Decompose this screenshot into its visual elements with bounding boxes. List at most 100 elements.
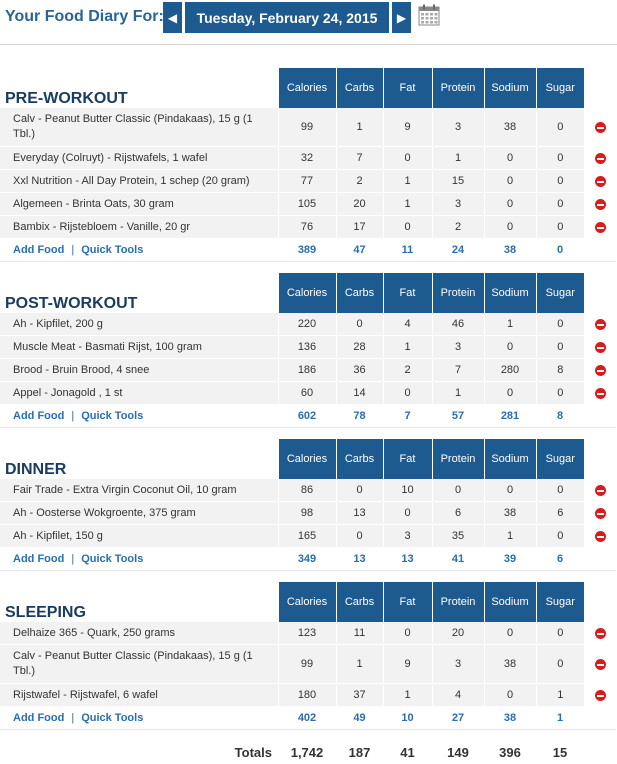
food-sodium: 0 — [483, 479, 536, 502]
column-header-protein: Protein — [431, 581, 484, 622]
food-carbs: 0 — [335, 313, 383, 336]
chevron-left-icon[interactable]: ◀ — [163, 2, 182, 33]
food-fat: 0 — [382, 215, 432, 239]
food-fat: 2 — [382, 358, 432, 382]
food-sodium: 1 — [483, 524, 536, 548]
food-name[interactable]: Bambix - Rijstebloem - Vanille, 20 gr — [0, 215, 278, 239]
food-calories: 136 — [277, 335, 336, 359]
delete-icon[interactable] — [594, 341, 606, 353]
meal-total-row: Add Food | Quick Tools 389 47 11 24 38 0 — [0, 238, 616, 262]
food-name[interactable]: Ah - Oosterse Wokgroente, 375 gram — [0, 501, 278, 525]
link-separator: | — [71, 244, 75, 256]
food-calories: 186 — [277, 358, 336, 382]
food-calories: 32 — [277, 146, 336, 170]
food-name[interactable]: Ah - Kipfilet, 150 g — [0, 524, 278, 548]
food-carbs: 28 — [335, 335, 383, 359]
food-sugar: 0 — [535, 381, 584, 405]
food-protein: 46 — [431, 313, 484, 336]
food-protein: 20 — [431, 622, 484, 645]
food-name[interactable]: Everyday (Colruyt) - Rijstwafels, 1 wafe… — [0, 146, 278, 170]
meal-total-sodium: 281 — [484, 404, 536, 428]
delete-icon[interactable] — [594, 658, 606, 670]
column-header-calories: Calories — [277, 581, 336, 622]
food-carbs: 0 — [335, 524, 383, 548]
meal-total-sodium: 38 — [484, 706, 536, 730]
meal-total-sugar: 6 — [536, 547, 584, 571]
delete-icon[interactable] — [594, 221, 606, 233]
food-name[interactable]: Delhaize 365 - Quark, 250 grams — [0, 622, 278, 645]
column-header-sodium: Sodium — [483, 68, 536, 108]
header-divider — [0, 44, 617, 45]
column-header-carbs: Carbs — [335, 438, 383, 479]
food-protein: 1 — [431, 381, 484, 405]
column-header-carbs: Carbs — [335, 581, 383, 622]
food-name[interactable]: Brood - Bruin Brood, 4 snee — [0, 358, 278, 382]
add-food-link[interactable]: Add Food — [13, 244, 64, 256]
meal-total-protein: 57 — [432, 404, 484, 428]
quick-tools-link[interactable]: Quick Tools — [81, 244, 143, 256]
food-calories: 105 — [277, 192, 336, 216]
date-navigator: ◀ Tuesday, February 24, 2015 ▶ — [163, 2, 411, 33]
delete-icon[interactable] — [594, 364, 606, 376]
meal-header-row: SLEEPING Calories Carbs Fat Protein Sodium Sug… — [0, 581, 616, 622]
add-food-link[interactable]: Add Food — [13, 410, 64, 422]
food-row: Ah - Kipfilet, 150 g 165 0 3 35 1 0 — [0, 524, 616, 548]
food-name[interactable]: Algemeen - Brinta Oats, 30 gram — [0, 192, 278, 216]
food-fat: 1 — [382, 192, 432, 216]
food-fat: 9 — [382, 644, 432, 684]
meal-total-row: Add Food | Quick Tools 349 13 13 41 39 6 — [0, 547, 616, 571]
food-calories: 86 — [277, 479, 336, 502]
food-name[interactable]: Muscle Meat - Basmati Rijst, 100 gram — [0, 335, 278, 359]
column-header-sugar: Sugar — [535, 272, 584, 313]
food-carbs: 11 — [335, 622, 383, 645]
delete-icon[interactable] — [594, 530, 606, 542]
food-calories: 123 — [277, 622, 336, 645]
food-row: Appel - Jonagold , 1 st 60 14 0 1 0 0 — [0, 381, 616, 405]
link-separator: | — [71, 712, 75, 724]
delete-icon[interactable] — [594, 318, 606, 330]
calendar-icon[interactable] — [418, 4, 440, 26]
add-food-link[interactable]: Add Food — [13, 553, 64, 565]
delete-icon[interactable] — [594, 175, 606, 187]
quick-tools-link[interactable]: Quick Tools — [81, 712, 143, 724]
food-carbs: 0 — [335, 479, 383, 502]
grand-total-sugar: 15 — [536, 740, 584, 764]
food-name[interactable]: Ah - Kipfilet, 200 g — [0, 313, 278, 336]
meal-total-sugar: 8 — [536, 404, 584, 428]
food-sodium: 0 — [483, 381, 536, 405]
delete-icon[interactable] — [594, 152, 606, 164]
meal-title: POST-WORKOUT — [5, 295, 138, 312]
food-row: Calv - Peanut Butter Classic (Pindakaas)… — [0, 108, 616, 147]
food-row: Rijstwafel - Rijstwafel, 6 wafel 180 37 1 4 0… — [0, 683, 616, 707]
quick-tools-link[interactable]: Quick Tools — [81, 410, 143, 422]
delete-icon[interactable] — [594, 484, 606, 496]
chevron-right-icon[interactable]: ▶ — [392, 2, 411, 33]
column-header-fat: Fat — [382, 68, 432, 108]
food-sodium: 0 — [483, 683, 536, 707]
food-sodium: 0 — [483, 192, 536, 216]
food-name[interactable]: Xxl Nutrition - All Day Protein, 1 schep… — [0, 169, 278, 193]
add-food-link[interactable]: Add Food — [13, 712, 64, 724]
food-sugar: 0 — [535, 622, 584, 645]
meal-total-carbs: 49 — [336, 706, 383, 730]
delete-icon[interactable] — [594, 689, 606, 701]
delete-icon[interactable] — [594, 507, 606, 519]
food-name[interactable]: Fair Trade - Extra Virgin Coconut Oil, 1… — [0, 479, 278, 502]
quick-tools-link[interactable]: Quick Tools — [81, 553, 143, 565]
food-name[interactable]: Rijstwafel - Rijstwafel, 6 wafel — [0, 683, 278, 707]
delete-icon[interactable] — [594, 627, 606, 639]
food-name[interactable]: Appel - Jonagold , 1 st — [0, 381, 278, 405]
delete-icon[interactable] — [594, 387, 606, 399]
meal-total-protein: 41 — [432, 547, 484, 571]
delete-icon[interactable] — [594, 198, 606, 210]
totals-label: Totals — [0, 740, 278, 764]
food-name[interactable]: Calv - Peanut Butter Classic (Pindakaas)… — [0, 644, 278, 684]
column-header-calories: Calories — [277, 68, 336, 108]
food-name[interactable]: Calv - Peanut Butter Classic (Pindakaas)… — [0, 108, 278, 147]
column-header-sodium: Sodium — [483, 581, 536, 622]
food-sodium: 38 — [483, 108, 536, 147]
meal-total-sugar: 1 — [536, 706, 584, 730]
column-header-fat: Fat — [382, 438, 432, 479]
delete-icon[interactable] — [594, 121, 606, 133]
food-carbs: 7 — [335, 146, 383, 170]
